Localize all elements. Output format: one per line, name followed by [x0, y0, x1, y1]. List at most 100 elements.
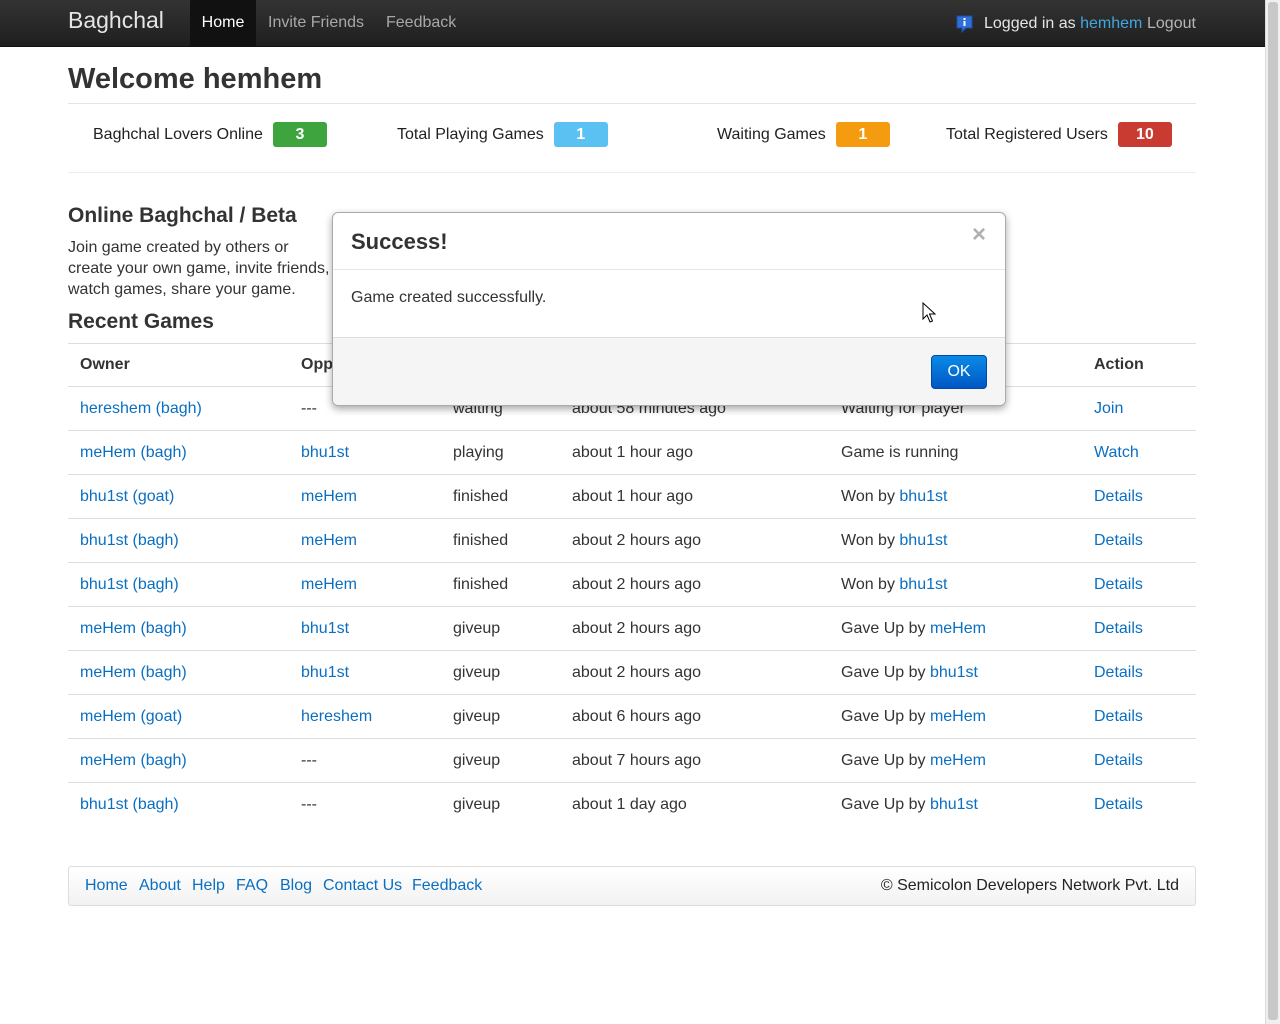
result-cell: Game is running: [829, 430, 1082, 475]
opponent-cell: ---: [301, 399, 317, 417]
footer-link-about[interactable]: About: [139, 867, 181, 905]
status-cell: giveup: [453, 751, 501, 769]
result-user-link[interactable]: bhu1st: [899, 532, 947, 549]
intro-text: Join game created by others or create yo…: [68, 239, 330, 298]
mouse-cursor-icon: [922, 302, 936, 323]
table-row: meHem (bagh) bhu1st giveup about 2 hours ag…: [68, 606, 1196, 651]
opponent-cell[interactable]: bhu1st: [301, 444, 349, 461]
page-title: Welcome hemhem: [68, 63, 323, 95]
stat-playing: Total Playing Games 1: [397, 122, 608, 148]
stat-badge: 1: [835, 122, 890, 147]
table-row: bhu1st (bagh) --- giveup about 1 day ago Gav…: [68, 782, 1196, 827]
vertical-scrollbar[interactable]: [1265, 0, 1280, 1024]
opponent-cell: ---: [301, 795, 317, 813]
result-text: Gave Up by: [841, 619, 930, 637]
footer-link-feedback[interactable]: Feedback: [412, 867, 482, 905]
nav-invite-friends[interactable]: Invite Friends: [268, 0, 364, 47]
action-link[interactable]: Details: [1094, 488, 1143, 505]
result-text: Gave Up by: [841, 795, 930, 813]
action-link[interactable]: Details: [1094, 664, 1143, 681]
user-link[interactable]: hemhem: [1080, 15, 1142, 32]
opponent-cell[interactable]: bhu1st: [301, 664, 349, 681]
recent-games-table: Owner Opp Action hereshem (bagh) --- waiti…: [68, 343, 1196, 827]
result-user-link[interactable]: bhu1st: [899, 488, 947, 505]
owner-link[interactable]: bhu1st (bagh): [80, 576, 179, 593]
owner-link[interactable]: hereshem (bagh): [80, 400, 202, 417]
logged-in-status: Logged in as hemhem: [984, 0, 1142, 47]
table-row: bhu1st (bagh) meHem finished about 2 hours …: [68, 562, 1196, 607]
stat-label: Baghchal Lovers Online: [93, 126, 263, 143]
result-cell: Gave Up by meHem: [829, 738, 1082, 783]
nav-home[interactable]: Home: [190, 0, 256, 47]
divider: [68, 172, 1196, 173]
status-cell: playing: [453, 443, 504, 461]
modal-footer: OK: [333, 337, 1005, 405]
opponent-cell[interactable]: meHem: [301, 488, 357, 505]
scrollbar-thumb[interactable]: [1268, 2, 1278, 1020]
result-cell: Gave Up by meHem: [829, 606, 1082, 651]
status-cell: finished: [453, 487, 509, 505]
action-link[interactable]: Details: [1094, 576, 1143, 593]
opponent-cell[interactable]: meHem: [301, 576, 357, 593]
stat-badge: 1: [553, 122, 608, 147]
owner-link[interactable]: meHem (bagh): [80, 444, 187, 461]
opponent-cell[interactable]: hereshem: [301, 708, 372, 725]
footer-link-contact[interactable]: Contact Us: [323, 867, 402, 905]
time-cell: about 1 hour ago: [572, 487, 693, 505]
owner-link[interactable]: bhu1st (goat): [80, 488, 174, 505]
status-cell: giveup: [453, 795, 501, 813]
owner-link[interactable]: bhu1st (bagh): [80, 796, 179, 813]
stat-badge: 3: [272, 122, 327, 147]
time-cell: about 7 hours ago: [572, 751, 701, 769]
stat-online: Baghchal Lovers Online 3: [93, 122, 327, 148]
owner-link[interactable]: meHem (bagh): [80, 620, 187, 637]
modal-title: Success!: [351, 229, 448, 254]
action-link[interactable]: Join: [1094, 400, 1123, 417]
owner-link[interactable]: meHem (bagh): [80, 664, 187, 681]
copyright: © Semicolon Developers Network Pvt. Ltd: [880, 877, 1179, 894]
stat-badge: 10: [1117, 122, 1172, 147]
stat-label: Total Playing Games: [397, 126, 544, 143]
status-cell: giveup: [453, 663, 501, 681]
stat-waiting: Waiting Games 1: [717, 122, 890, 148]
footer-link-faq[interactable]: FAQ: [236, 867, 268, 905]
result-user-link[interactable]: bhu1st: [930, 796, 978, 813]
col-action: Action: [1082, 343, 1196, 387]
result-cell: Won by bhu1st: [829, 518, 1082, 563]
result-user-link[interactable]: meHem: [930, 752, 986, 769]
result-user-link[interactable]: bhu1st: [899, 576, 947, 593]
logout-link[interactable]: Logout: [1147, 0, 1196, 47]
footer-link-help[interactable]: Help: [192, 867, 225, 905]
navbar: Baghchal Home Invite Friends Feedback Lo…: [0, 0, 1265, 47]
notification-icon[interactable]: [956, 15, 973, 33]
stat-label: Waiting Games: [717, 126, 826, 143]
modal-message: Game created successfully.: [351, 289, 547, 306]
ok-button[interactable]: OK: [931, 355, 987, 389]
footer-link-home[interactable]: Home: [85, 867, 128, 905]
nav-feedback[interactable]: Feedback: [386, 0, 456, 47]
table-row: meHem (goat) hereshem giveup about 6 hours …: [68, 694, 1196, 739]
result-cell: Won by bhu1st: [829, 562, 1082, 607]
owner-link[interactable]: bhu1st (bagh): [80, 532, 179, 549]
result-user-link[interactable]: meHem: [930, 708, 986, 725]
action-link[interactable]: Details: [1094, 752, 1143, 769]
action-link[interactable]: Details: [1094, 796, 1143, 813]
status-cell: finished: [453, 575, 509, 593]
action-link[interactable]: Details: [1094, 620, 1143, 637]
recent-games-title: Recent Games: [68, 310, 214, 333]
result-text: Won by: [841, 531, 900, 549]
opponent-cell[interactable]: bhu1st: [301, 620, 349, 637]
action-link[interactable]: Watch: [1094, 444, 1139, 461]
result-user-link[interactable]: bhu1st: [930, 664, 978, 681]
time-cell: about 1 hour ago: [572, 443, 693, 461]
brand-logo[interactable]: Baghchal: [68, 7, 164, 34]
owner-link[interactable]: meHem (goat): [80, 708, 182, 725]
result-cell: Won by bhu1st: [829, 474, 1082, 519]
action-link[interactable]: Details: [1094, 532, 1143, 549]
action-link[interactable]: Details: [1094, 708, 1143, 725]
close-icon[interactable]: ×: [972, 223, 986, 247]
result-user-link[interactable]: meHem: [930, 620, 986, 637]
footer-link-blog[interactable]: Blog: [280, 867, 312, 905]
owner-link[interactable]: meHem (bagh): [80, 752, 187, 769]
opponent-cell[interactable]: meHem: [301, 532, 357, 549]
